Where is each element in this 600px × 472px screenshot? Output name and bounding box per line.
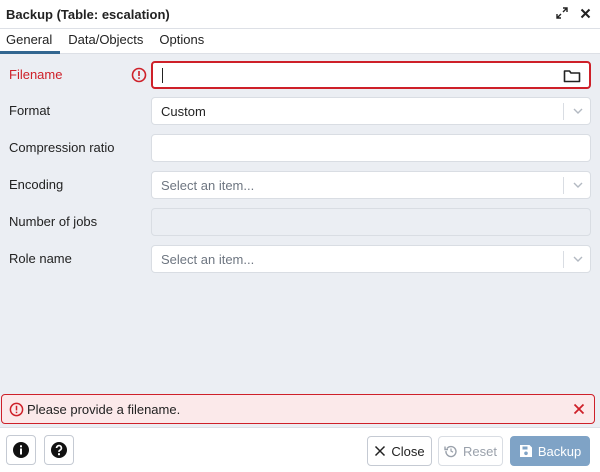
error-alert: Please provide a filename. — [1, 394, 595, 424]
jobs-input[interactable] — [151, 208, 591, 236]
help-button[interactable] — [44, 435, 74, 465]
expand-icon[interactable] — [555, 6, 569, 20]
reset-label: Reset — [463, 443, 497, 459]
format-row: Format Custom — [0, 97, 600, 125]
alert-close-icon[interactable] — [573, 403, 585, 415]
role-select[interactable]: Select an item... — [151, 245, 591, 273]
encoding-row: Encoding Select an item... — [0, 171, 600, 199]
info-button[interactable] — [6, 435, 36, 465]
close-icon[interactable] — [578, 6, 592, 20]
close-icon — [375, 445, 386, 457]
tab-data-objects[interactable]: Data/Objects — [60, 29, 151, 54]
select-separator — [563, 103, 564, 120]
error-icon — [9, 402, 24, 417]
format-label: Format — [9, 103, 51, 118]
reset-button[interactable]: Reset — [438, 436, 503, 466]
jobs-label: Number of jobs — [9, 214, 98, 229]
window-controls — [555, 6, 592, 20]
chevron-down-icon[interactable] — [572, 106, 584, 116]
format-select[interactable]: Custom — [151, 97, 591, 125]
select-separator — [563, 251, 564, 268]
format-value: Custom — [161, 104, 206, 119]
close-label: Close — [391, 443, 425, 459]
compression-row: Compression ratio — [0, 134, 600, 162]
alert-message: Please provide a filename. — [27, 402, 181, 417]
info-icon — [13, 442, 29, 458]
role-row: Role name Select an item... — [0, 245, 600, 273]
select-separator — [563, 177, 564, 194]
close-button[interactable]: Close — [367, 436, 432, 466]
role-label: Role name — [9, 251, 72, 266]
encoding-select[interactable]: Select an item... — [151, 171, 591, 199]
reset-icon — [444, 445, 457, 458]
text-cursor — [162, 68, 163, 83]
encoding-label: Encoding — [9, 177, 64, 192]
filename-label: Filename — [9, 67, 63, 82]
dialog-footer: Close Reset Backup — [0, 427, 600, 472]
backup-button[interactable]: Backup — [510, 436, 590, 466]
chevron-down-icon[interactable] — [572, 254, 584, 264]
tab-general[interactable]: General — [0, 29, 61, 54]
backup-label: Backup — [537, 443, 582, 459]
filename-row: Filename — [0, 61, 600, 89]
compression-input[interactable] — [151, 134, 591, 162]
jobs-row: Number of jobs — [0, 208, 600, 236]
filename-input[interactable] — [151, 61, 591, 89]
dialog-title: Backup (Table: escalation) — [6, 7, 170, 22]
tab-bar: General Data/Objects Options — [0, 29, 600, 54]
dialog-titlebar: Backup (Table: escalation) — [0, 0, 600, 29]
compression-label: Compression ratio — [9, 140, 115, 155]
save-icon — [519, 445, 532, 457]
tab-options[interactable]: Options — [151, 29, 212, 54]
role-placeholder: Select an item... — [161, 252, 255, 267]
help-icon — [51, 442, 67, 458]
error-icon — [131, 67, 147, 83]
folder-icon[interactable] — [563, 68, 581, 84]
encoding-placeholder: Select an item... — [161, 178, 255, 193]
chevron-down-icon[interactable] — [572, 180, 584, 190]
